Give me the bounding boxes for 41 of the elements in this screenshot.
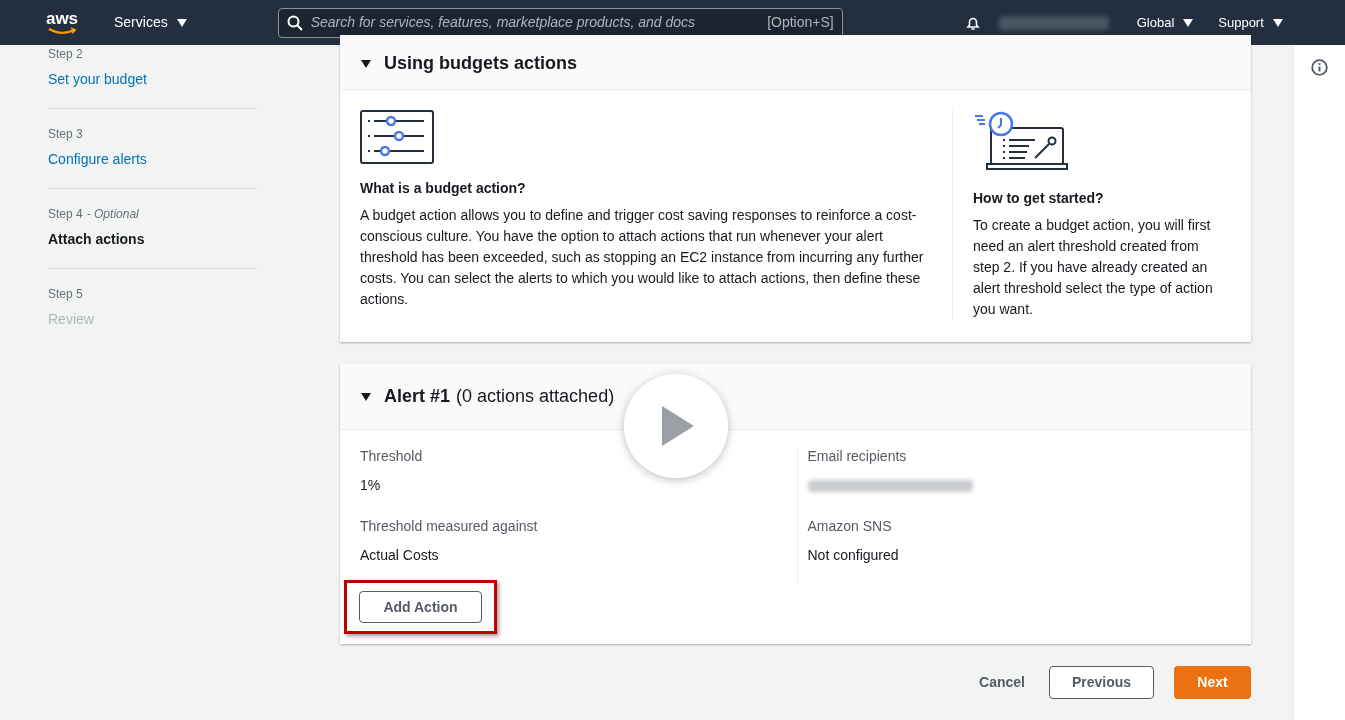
field-label: Amazon SNS [807, 517, 893, 536]
shortcut-hint: [Option+S] [767, 13, 834, 32]
caret-icon [360, 58, 372, 69]
previous-button[interactable]: Previous [1049, 666, 1154, 699]
step-label: Step 5 [48, 286, 84, 303]
sliders-icon [360, 110, 434, 164]
panel-header[interactable]: Using budgets actions [360, 50, 578, 77]
field-label: Threshold measured against [360, 517, 539, 536]
section-heading: What is a budget action? [360, 179, 527, 198]
caret-icon [175, 17, 188, 28]
search-field[interactable]: Search for services, features, marketplace products, and docs [Option+S] [277, 7, 843, 38]
step-title: Attach actions [48, 230, 146, 249]
section-heading: How to get started? [973, 189, 1105, 208]
field-value: Not configured [807, 546, 900, 565]
description-text: A budget action allows you to define and trigger cost saving responses to reinforce a cost-conscious culture. You have the option to attach actions that run whenever your alert threshold has been exceeded, such as stopping an EC2 instance from incurring any further costs. You can select the alerts to which you would like to attach actions, then define these actions. [360, 206, 925, 309]
services-menu[interactable]: Services [114, 12, 188, 33]
panel-header[interactable]: Alert #1 (0 actions attached) [360, 383, 615, 410]
info-icon[interactable] [1311, 59, 1328, 76]
step-label: Step 4 - Optional [48, 206, 140, 223]
search-icon [286, 14, 303, 31]
caret-icon [360, 391, 372, 402]
region-menu[interactable]: Global [1136, 12, 1195, 33]
step-label: Step 2 [48, 46, 84, 63]
support-menu[interactable]: Support [1218, 12, 1284, 33]
caret-icon [1182, 17, 1195, 28]
play-button[interactable] [624, 374, 728, 478]
add-action-button[interactable]: Add Action [359, 591, 482, 623]
step-label: Step 3 [48, 126, 84, 143]
step-title[interactable]: Configure alerts [48, 149, 257, 170]
laptop-wrench-icon [973, 110, 1069, 172]
field-label: Threshold [360, 447, 424, 466]
description-text: To create a budget action, you will first need an alert threshold created from step 2. If you have already created an alert threshold select the type of action you want. [973, 216, 1214, 319]
field-value: Actual Costs [360, 546, 440, 565]
search-input[interactable]: Search for services, features, marketplace products, and docs [310, 12, 760, 33]
step-title[interactable]: Set your budget [48, 69, 257, 90]
cancel-button[interactable]: Cancel [975, 666, 1029, 699]
caret-icon [1271, 17, 1284, 28]
step-title: Review [48, 310, 95, 329]
field-label: Email recipients [807, 447, 908, 466]
field-value: 1% [360, 476, 382, 495]
logo[interactable]: aws [44, 10, 80, 35]
